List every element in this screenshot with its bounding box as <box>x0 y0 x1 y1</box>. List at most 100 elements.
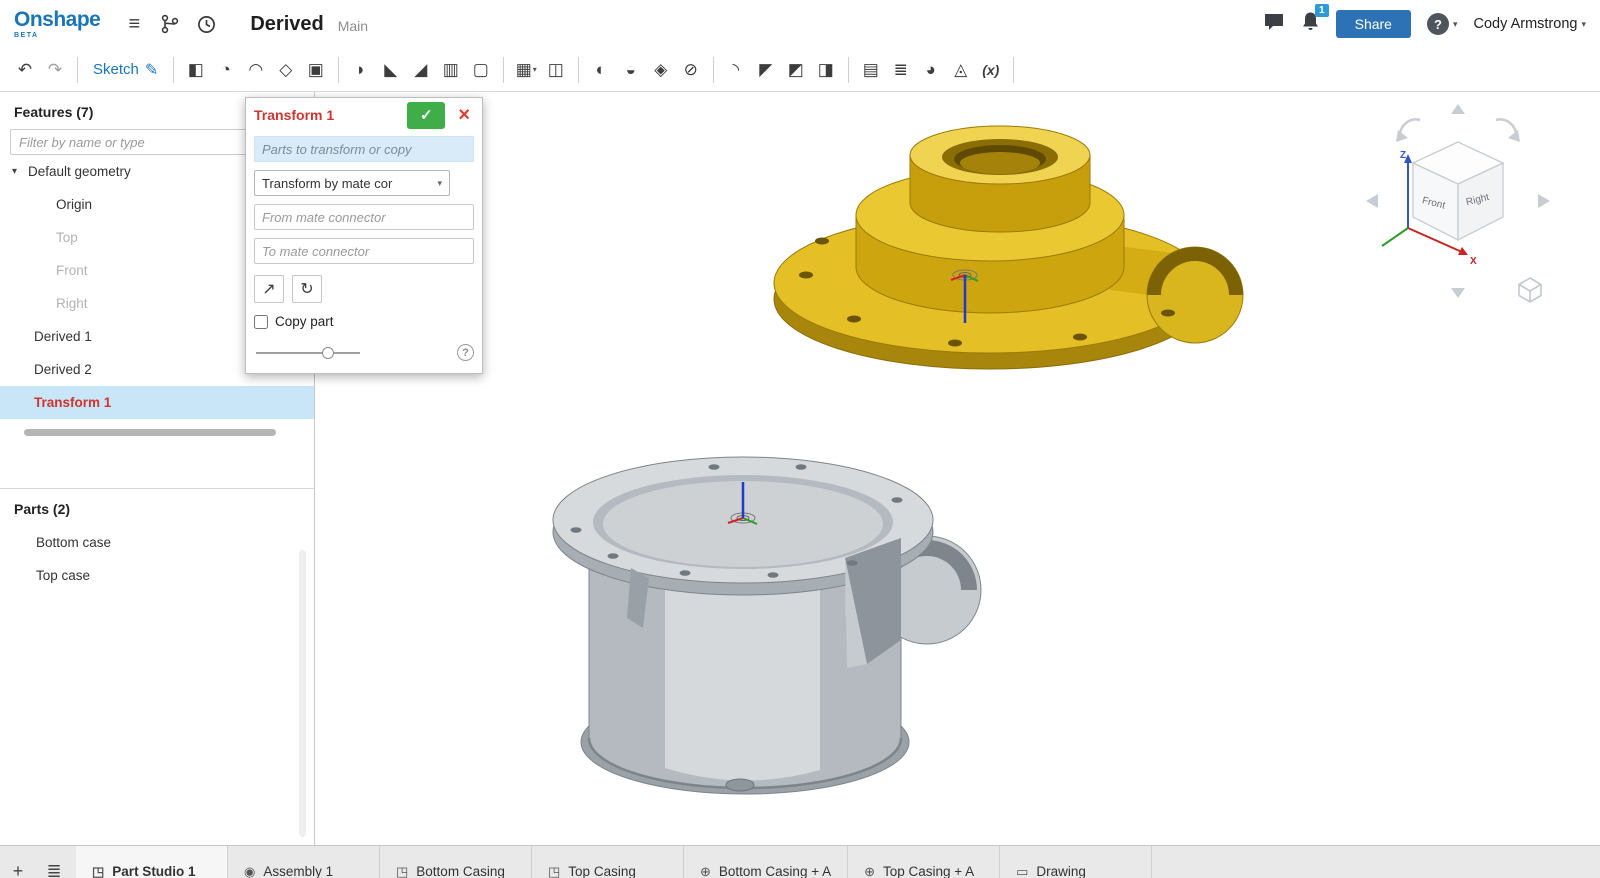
x-axis-label: X <box>1470 256 1477 267</box>
chamfer-icon[interactable]: ◣ <box>376 55 406 85</box>
add-tab-button[interactable]: + <box>0 846 36 878</box>
composite-part-icon[interactable]: ▤ <box>856 55 886 85</box>
history-clock-icon[interactable] <box>188 7 224 41</box>
cancel-button[interactable]: × <box>454 105 474 125</box>
top-bar: Onshape BETA ≡ Derived Main 1 <box>0 0 1600 48</box>
rotate-down-arrow[interactable] <box>1451 288 1465 298</box>
reorient-axis-button[interactable]: ↻ <box>292 275 322 303</box>
z-axis-label: Z <box>1400 150 1406 161</box>
help-menu[interactable]: ? ▾ <box>1427 13 1458 35</box>
redo-icon[interactable]: ↷ <box>40 55 70 85</box>
chat-bubble-glyph <box>1263 12 1285 32</box>
tab-bottom-casing[interactable]: ◳ Bottom Casing <box>380 846 532 878</box>
tab-bottom-casing-a[interactable]: ⊕ Bottom Casing + A <box>684 846 848 878</box>
share-button[interactable]: Share <box>1336 10 1411 38</box>
toolbar-divider <box>503 57 504 83</box>
draft-icon[interactable]: ◢ <box>406 55 436 85</box>
user-name: Cody Armstrong <box>1474 16 1578 32</box>
shell-icon[interactable]: ▢ <box>466 55 496 85</box>
tab-drawing[interactable]: ▭ Drawing <box>1000 846 1152 878</box>
clock-glyph <box>197 15 216 34</box>
tab-top-casing-a[interactable]: ⊕ Top Casing + A <box>848 846 1000 878</box>
accept-button[interactable]: ✓ <box>407 102 445 129</box>
loft-icon[interactable]: ◇ <box>271 55 301 85</box>
move-face-icon[interactable]: ◤ <box>751 55 781 85</box>
opacity-slider[interactable] <box>256 352 360 354</box>
slider-handle[interactable] <box>322 347 334 359</box>
tab-part-studio-1[interactable]: ◳ Part Studio 1 <box>76 846 228 878</box>
axis-buttons-row: ↗ ↻ <box>254 275 474 303</box>
workspace-name[interactable]: Main <box>338 15 368 34</box>
offset-surface-icon[interactable]: ◨ <box>811 55 841 85</box>
part-bottom-case-3d[interactable] <box>545 440 1015 810</box>
rotate-left-arrow[interactable] <box>1366 194 1378 208</box>
top-case-boss[interactable] <box>910 126 1090 232</box>
user-account-menu[interactable]: Cody Armstrong ▾ <box>1474 16 1587 32</box>
dialog-title: Transform 1 <box>254 107 334 123</box>
history-icon[interactable]: ◕ <box>916 55 946 85</box>
part-item-bottom-case[interactable]: Bottom case <box>0 526 314 559</box>
roll-cw-arrow[interactable] <box>1496 119 1520 142</box>
chevron-down-icon: ▾ <box>437 178 442 189</box>
from-mate-connector-field[interactable] <box>254 204 474 230</box>
rib-icon[interactable]: ▥ <box>436 55 466 85</box>
transform-type-dropdown[interactable]: Transform by mate cor ▾ <box>254 170 450 196</box>
rotate-right-arrow[interactable] <box>1538 194 1550 208</box>
tab-type-icon: ◳ <box>548 864 560 878</box>
tab-top-casing[interactable]: ◳ Top Casing <box>532 846 684 878</box>
tab-manager-icon[interactable]: ≣ <box>36 846 72 878</box>
undo-icon[interactable]: ↶ <box>10 55 40 85</box>
parts-to-transform-field[interactable]: Parts to transform or copy <box>254 136 474 162</box>
rotate-up-arrow[interactable] <box>1451 104 1465 114</box>
copy-part-option: Copy part <box>254 314 474 329</box>
to-mate-connector-field[interactable] <box>254 238 474 264</box>
tab-type-icon: ▭ <box>1016 864 1028 878</box>
dialog-body: Parts to transform or copy Transform by … <box>246 132 482 373</box>
part-item-top-case[interactable]: Top case <box>0 559 314 592</box>
versions-branch-icon[interactable] <box>152 7 188 41</box>
linear-pattern-icon[interactable]: ▦▾ <box>511 55 541 85</box>
mirror-icon[interactable]: ◫ <box>541 55 571 85</box>
main-menu-icon[interactable]: ≡ <box>116 7 152 41</box>
roll-ccw-arrow[interactable] <box>1396 119 1420 142</box>
sketch-button[interactable]: Sketch ✎ <box>93 60 158 80</box>
replace-face-icon[interactable]: ◩ <box>781 55 811 85</box>
help-icon: ? <box>1427 13 1449 35</box>
variables-icon[interactable]: (x) <box>976 55 1006 85</box>
toolbar-divider <box>1013 57 1014 83</box>
view-home-icon[interactable] <box>1516 276 1544 304</box>
extrude-icon[interactable]: ◧ <box>181 55 211 85</box>
delete-part-icon[interactable]: ⊘ <box>676 55 706 85</box>
parts-list: Bottom case Top case <box>0 526 314 592</box>
thicken-icon[interactable]: ▣ <box>301 55 331 85</box>
document-title: Derived <box>250 13 323 36</box>
slider-row: ? <box>254 344 474 363</box>
notifications-bell-icon[interactable]: 1 <box>1301 11 1320 37</box>
sweep-icon[interactable]: ◠ <box>241 55 271 85</box>
fillet-icon[interactable]: ◗ <box>346 55 376 85</box>
onshape-logo[interactable]: Onshape BETA <box>14 9 100 39</box>
chevron-down-icon: ▾ <box>12 166 28 177</box>
revolve-icon[interactable]: ◔ <box>211 55 241 85</box>
part-top-case-3d[interactable] <box>770 95 1250 387</box>
cube-faces[interactable]: Front Right <box>1413 142 1503 240</box>
transform-icon[interactable]: ◈ <box>646 55 676 85</box>
tab-assembly-1[interactable]: ◉ Assembly 1 <box>228 846 380 878</box>
modify-fillet-icon[interactable]: ◝ <box>721 55 751 85</box>
tab-type-icon: ⊕ <box>700 864 711 878</box>
tab-type-icon: ◳ <box>396 864 408 878</box>
copy-part-checkbox[interactable] <box>254 315 268 329</box>
comments-icon[interactable] <box>1263 12 1285 37</box>
dialog-help-icon[interactable]: ? <box>457 344 474 361</box>
boolean-icon[interactable]: ◐ <box>586 55 616 85</box>
view-cube[interactable]: Front Right Z X <box>1362 100 1554 302</box>
flip-axis-button[interactable]: ↗ <box>254 275 284 303</box>
split-icon[interactable]: ◒ <box>616 55 646 85</box>
feature-item-transform-1[interactable]: Transform 1 <box>0 386 314 419</box>
configurations-icon[interactable]: ≣ <box>886 55 916 85</box>
export-icon[interactable]: ◬ <box>946 55 976 85</box>
branch-glyph <box>161 14 179 34</box>
dialog-header: Transform 1 ✓ × <box>246 98 482 132</box>
panel-vscrollbar[interactable] <box>299 550 306 837</box>
features-hscrollbar-thumb[interactable] <box>24 429 276 436</box>
